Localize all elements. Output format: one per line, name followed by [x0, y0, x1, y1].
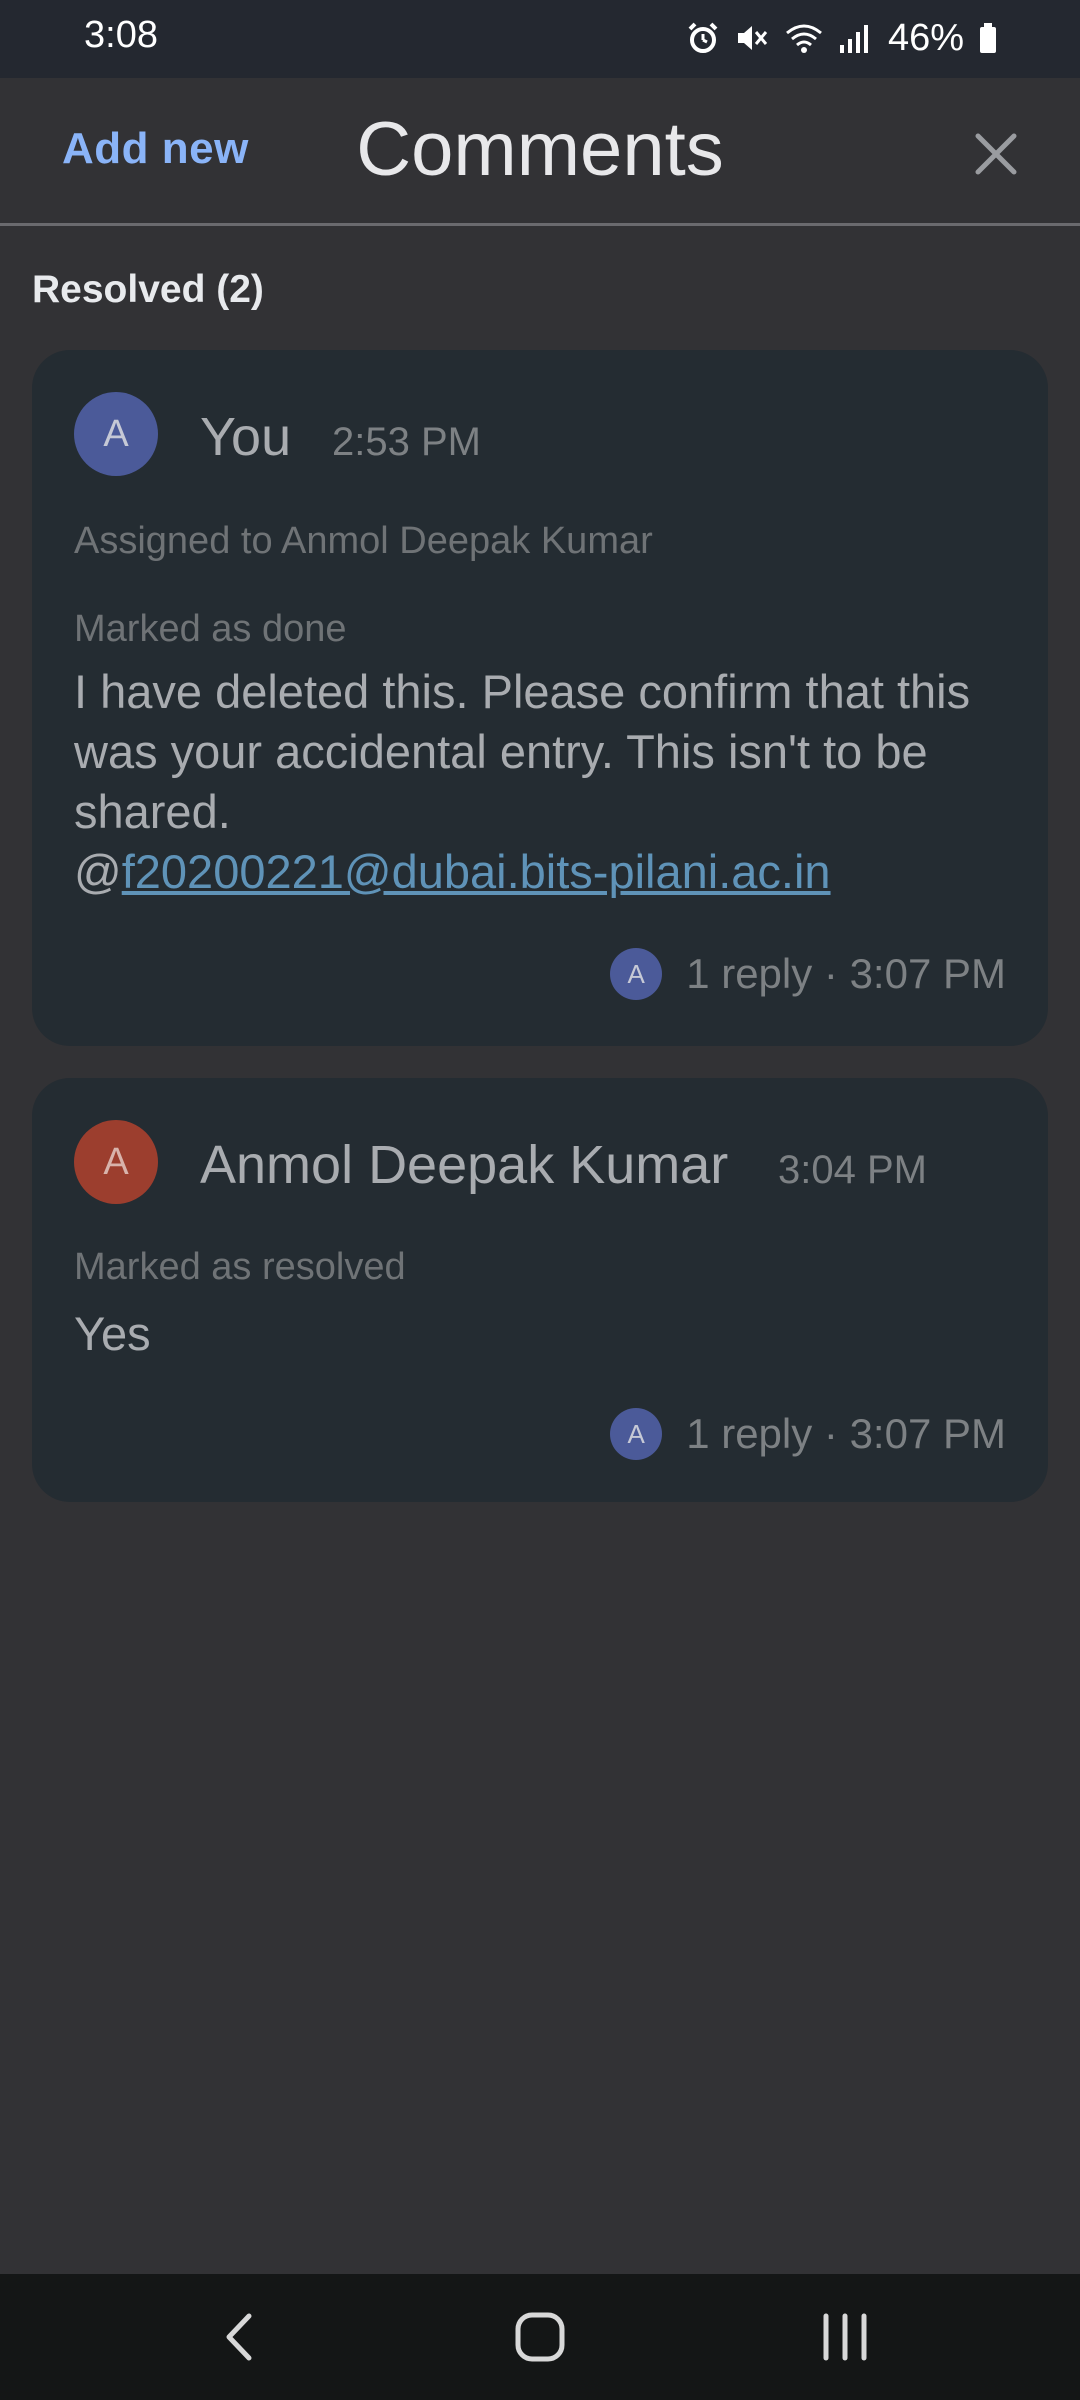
comment-card[interactable]: A You 2:53 PM Assigned to Anmol Deepak K…: [32, 350, 1048, 1046]
comment-card[interactable]: A Anmol Deepak Kumar 3:04 PM Marked as r…: [32, 1078, 1048, 1502]
back-icon[interactable]: [205, 2302, 275, 2372]
battery-percent: 46%: [887, 16, 964, 59]
wifi-icon: [784, 21, 824, 55]
status-text: Marked as resolved: [74, 1246, 406, 1288]
comment-time: 3:04 PM: [778, 1148, 927, 1192]
recents-icon[interactable]: [810, 2302, 880, 2372]
signal-icon: [838, 21, 870, 55]
status-text: Marked as done: [74, 608, 347, 650]
comment-body: Yes: [74, 1307, 151, 1360]
page-title: Comments: [356, 107, 724, 192]
assigned-text: Assigned to Anmol Deepak Kumar: [74, 520, 653, 562]
mention-link[interactable]: f20200221@dubai.bits-pilani.ac.in: [122, 845, 831, 898]
reply-info: 1 reply · 3:07 PM: [686, 950, 1006, 997]
close-icon[interactable]: [964, 122, 1028, 186]
reply-summary[interactable]: A 1 reply · 3:07 PM: [610, 948, 1006, 1000]
reply-avatar: A: [610, 1408, 663, 1460]
comments-header: Add new Comments: [0, 78, 1080, 226]
mute-icon: [734, 21, 770, 55]
reply-summary[interactable]: A 1 reply · 3:07 PM: [610, 1408, 1006, 1460]
reply-info: 1 reply · 3:07 PM: [686, 1410, 1006, 1457]
comment-author: Anmol Deepak Kumar: [200, 1135, 729, 1195]
comment-author: You: [200, 407, 292, 467]
avatar: A: [74, 1120, 158, 1204]
battery-icon: [978, 21, 998, 55]
status-bar: 3:08 46%: [0, 0, 1080, 78]
navigation-bar: [0, 2274, 1080, 2400]
mention-prefix: @: [74, 845, 122, 898]
status-time: 3:08: [84, 14, 158, 56]
status-icons: 46%: [686, 12, 998, 64]
alarm-icon: [686, 21, 720, 55]
avatar: A: [74, 392, 158, 476]
resolved-section-label: Resolved (2): [32, 268, 264, 311]
comment-time: 2:53 PM: [332, 420, 481, 464]
comment-body: I have deleted this. Please confirm that…: [74, 662, 1024, 902]
reply-avatar: A: [610, 948, 663, 1000]
home-icon[interactable]: [505, 2302, 575, 2372]
comment-body-text: I have deleted this. Please confirm that…: [74, 665, 971, 838]
